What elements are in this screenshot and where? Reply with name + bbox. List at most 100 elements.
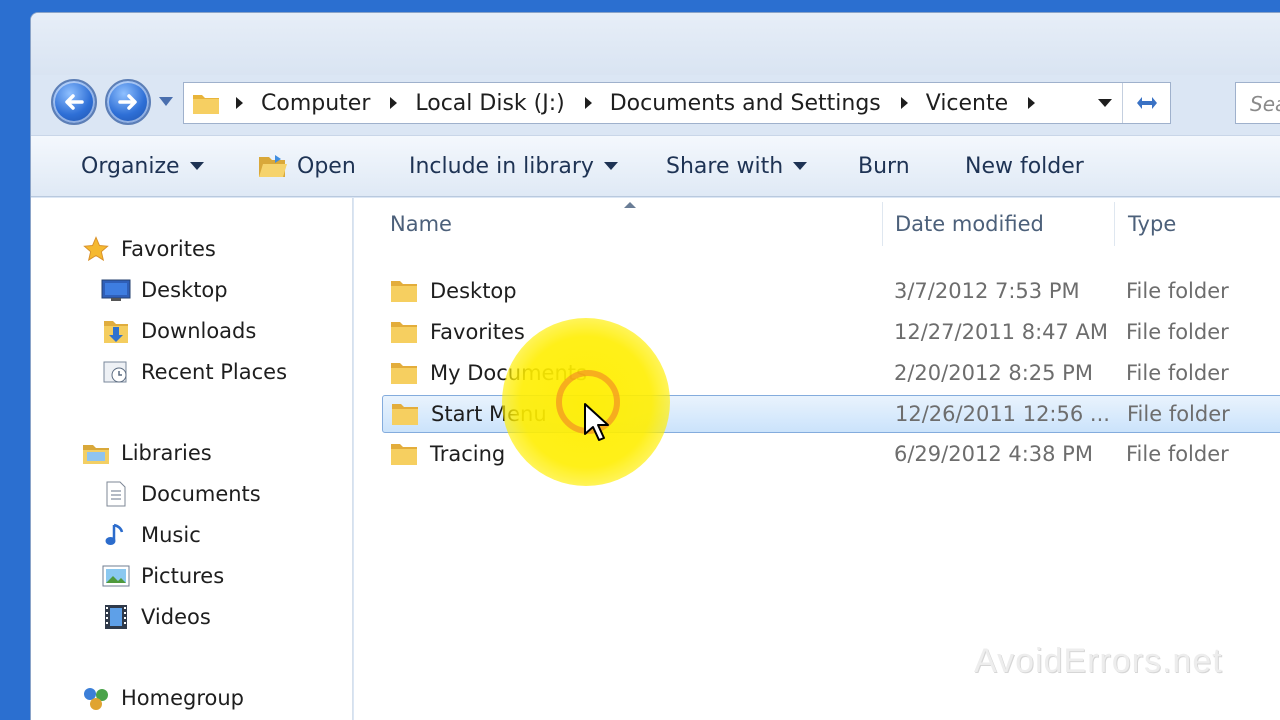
watermark: AvoidErrors.net	[974, 642, 1223, 680]
chevron-down-icon	[189, 162, 204, 170]
sort-ascending-icon	[624, 202, 636, 208]
homegroup-icon	[81, 683, 111, 713]
nav-desktop[interactable]: Desktop	[101, 272, 228, 308]
new-folder-label: New folder	[965, 153, 1084, 179]
open-button[interactable]: Open	[257, 136, 356, 196]
file-name-cell: Desktop	[390, 273, 517, 309]
nav-videos-label: Videos	[141, 605, 211, 629]
file-name-cell: Start Menu	[391, 396, 547, 432]
recent-pages-dropdown[interactable]	[159, 97, 173, 106]
crumb-vicente[interactable]: Vicente	[926, 91, 1008, 116]
file-name: Start Menu	[431, 402, 547, 426]
recent-places-icon	[101, 357, 131, 387]
table-row[interactable]: Desktop 3/7/2012 7:53 PM File folder	[382, 273, 1280, 311]
navigation-pane: Favorites Desktop Downloads Recent Place…	[31, 198, 353, 720]
open-folder-icon	[257, 153, 289, 179]
column-header-name[interactable]: Name	[390, 198, 452, 250]
column-header-name-label: Name	[390, 212, 452, 236]
file-name: My Documents	[430, 361, 587, 385]
address-history-dropdown[interactable]	[1098, 99, 1112, 107]
nav-libraries-label: Libraries	[121, 441, 212, 465]
folder-icon	[390, 441, 418, 467]
include-in-library-button[interactable]: Include in library	[409, 136, 618, 196]
desktop-icon	[101, 275, 131, 305]
column-header-date-label: Date modified	[895, 212, 1044, 236]
refresh-button[interactable]	[1122, 83, 1170, 123]
nav-music-label: Music	[141, 523, 201, 547]
file-type: File folder	[1127, 402, 1230, 426]
nav-documents[interactable]: Documents	[101, 476, 261, 512]
folder-icon	[390, 278, 418, 304]
nav-recent-places[interactable]: Recent Places	[101, 354, 287, 390]
nav-pictures[interactable]: Pictures	[101, 558, 224, 594]
nav-favorites[interactable]: Favorites	[81, 231, 216, 267]
share-with-button[interactable]: Share with	[666, 136, 808, 196]
table-row[interactable]: Tracing 6/29/2012 4:38 PM File folder	[382, 436, 1280, 474]
burn-button[interactable]: Burn	[858, 136, 910, 196]
column-header-date-modified[interactable]: Date modified	[895, 198, 1044, 250]
open-label: Open	[297, 153, 356, 179]
nav-recent-places-label: Recent Places	[141, 360, 288, 384]
address-bar[interactable]: Computer Local Disk (J:) Documents and S…	[183, 82, 1171, 124]
arrow-right-icon	[118, 94, 137, 110]
file-name: Tracing	[430, 442, 506, 466]
refresh-icon	[1136, 97, 1157, 109]
table-row[interactable]: Favorites 12/27/2011 8:47 AM File folder	[382, 314, 1280, 352]
nav-desktop-label: Desktop	[141, 278, 228, 302]
file-date: 2/20/2012 8:25 PM	[894, 361, 1093, 385]
crumb-separator[interactable]	[584, 97, 592, 109]
libraries-icon	[81, 438, 111, 468]
folder-icon	[192, 91, 220, 119]
file-name-cell: My Documents	[390, 355, 587, 391]
file-type: File folder	[1126, 361, 1229, 385]
crumb-separator[interactable]	[1028, 97, 1036, 109]
crumb-computer[interactable]: Computer	[261, 91, 370, 116]
column-divider[interactable]	[882, 202, 883, 246]
search-box[interactable]: Sea	[1235, 82, 1280, 124]
file-name-cell: Favorites	[390, 314, 525, 350]
file-name: Favorites	[430, 320, 525, 344]
nav-downloads[interactable]: Downloads	[101, 313, 256, 349]
folder-icon	[390, 360, 418, 386]
table-row[interactable]: My Documents 2/20/2012 8:25 PM File fold…	[382, 355, 1280, 393]
chevron-down-icon	[793, 162, 808, 170]
column-header-type[interactable]: Type	[1128, 198, 1176, 250]
share-with-label: Share with	[666, 153, 784, 179]
music-note-icon	[101, 520, 131, 550]
arrow-left-icon	[65, 94, 84, 110]
crumb-local-disk[interactable]: Local Disk (J:)	[415, 91, 564, 116]
crumb-documents-and-settings[interactable]: Documents and Settings	[610, 91, 881, 116]
table-row-selected[interactable]: Start Menu 12/26/2011 12:56 ... File fol…	[382, 395, 1280, 433]
nav-videos[interactable]: Videos	[101, 599, 211, 635]
star-icon	[81, 234, 111, 264]
nav-homegroup[interactable]: Homegroup	[81, 680, 244, 716]
file-date: 6/29/2012 4:38 PM	[894, 442, 1093, 466]
organize-button[interactable]: Organize	[81, 136, 204, 196]
downloads-icon	[101, 316, 131, 346]
videos-icon	[101, 602, 131, 632]
pictures-icon	[101, 561, 131, 591]
crumb-separator[interactable]	[236, 97, 243, 109]
forward-button[interactable]	[105, 79, 151, 125]
nav-libraries[interactable]: Libraries	[81, 435, 212, 471]
nav-pictures-label: Pictures	[141, 564, 225, 588]
file-type: File folder	[1126, 442, 1229, 466]
crumb-separator[interactable]	[390, 97, 398, 109]
nav-documents-label: Documents	[141, 482, 261, 506]
nav-music[interactable]: Music	[101, 517, 201, 553]
crumb-separator[interactable]	[900, 97, 908, 109]
back-button[interactable]	[51, 79, 97, 125]
new-folder-button[interactable]: New folder	[965, 136, 1084, 196]
nav-downloads-label: Downloads	[141, 319, 257, 343]
file-date: 12/27/2011 8:47 AM	[894, 320, 1109, 344]
title-bar[interactable]	[31, 13, 1280, 75]
file-type: File folder	[1126, 279, 1229, 303]
nav-favorites-label: Favorites	[121, 237, 216, 261]
include-in-library-label: Include in library	[409, 153, 594, 179]
breadcrumb: Computer Local Disk (J:) Documents and S…	[232, 83, 1053, 123]
chevron-down-icon	[603, 162, 618, 170]
column-header-type-label: Type	[1128, 212, 1177, 236]
search-placeholder: Sea	[1250, 92, 1280, 116]
file-name-cell: Tracing	[390, 436, 505, 472]
column-divider[interactable]	[1114, 202, 1115, 246]
